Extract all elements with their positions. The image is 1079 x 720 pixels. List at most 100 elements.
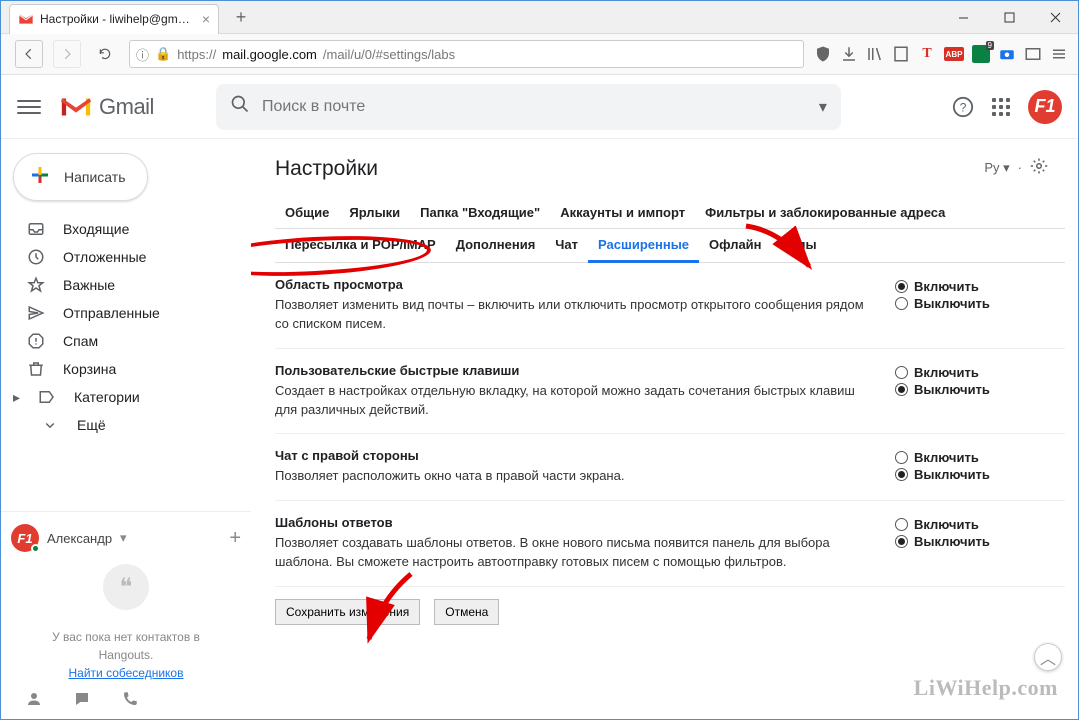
search-options-dropdown[interactable]: ▾ bbox=[819, 97, 827, 117]
settings-tab[interactable]: Фильтры и заблокированные адреса bbox=[695, 197, 955, 228]
compose-button[interactable]: Написать bbox=[13, 153, 148, 201]
nav-back-button[interactable] bbox=[15, 40, 43, 68]
sidebar-item-inbox[interactable]: Входящие bbox=[9, 215, 243, 243]
radio-disable[interactable]: Выключить bbox=[895, 467, 1065, 482]
hangouts-tab-contacts[interactable] bbox=[25, 690, 43, 713]
ext-window-icon[interactable] bbox=[1024, 45, 1042, 63]
hangouts-quote-icon: ❝ bbox=[103, 564, 149, 610]
send-icon bbox=[27, 304, 45, 322]
settings-tab[interactable]: Расширенные bbox=[588, 229, 699, 263]
window-minimize-button[interactable] bbox=[940, 1, 986, 34]
radio-disable[interactable]: Выключить bbox=[895, 534, 1065, 549]
sidebar-item-more[interactable]: Ещё bbox=[9, 411, 243, 439]
settings-tab[interactable]: Дополнения bbox=[446, 229, 546, 262]
google-apps-button[interactable] bbox=[992, 98, 1010, 116]
settings-tab[interactable]: Темы bbox=[772, 229, 827, 262]
language-selector[interactable]: Ру ▾ bbox=[984, 160, 1009, 176]
label-icon bbox=[38, 388, 56, 406]
radio-icon bbox=[895, 383, 908, 396]
hangouts-find-link[interactable]: Найти собеседников bbox=[11, 664, 241, 682]
settings-tab[interactable]: Ярлыки bbox=[339, 197, 410, 228]
radio-label: Включить bbox=[914, 517, 979, 532]
hangouts-username: Александр bbox=[47, 531, 112, 546]
window-close-button[interactable] bbox=[1032, 1, 1078, 34]
sidebar-item-trash[interactable]: Корзина bbox=[9, 355, 243, 383]
compose-plus-icon bbox=[28, 163, 52, 192]
url-protocol: https:// bbox=[177, 47, 216, 62]
site-info-icon[interactable]: ⓘ bbox=[136, 45, 149, 64]
tab-close-icon[interactable]: × bbox=[202, 11, 210, 27]
browser-menu-button[interactable] bbox=[1050, 45, 1068, 63]
sidebar-item-label: Отправленные bbox=[63, 305, 160, 321]
browser-tab[interactable]: Настройки - liwihelp@gmail.c × bbox=[9, 4, 219, 34]
section-desc: Позволяет расположить окно чата в правой… bbox=[275, 467, 865, 486]
trash-icon bbox=[27, 360, 45, 378]
settings-tab[interactable]: Аккаунты и импорт bbox=[550, 197, 695, 228]
settings-tab[interactable]: Общие bbox=[275, 197, 339, 228]
clock-icon bbox=[27, 248, 45, 266]
search-input[interactable] bbox=[262, 98, 807, 116]
main-menu-button[interactable] bbox=[17, 100, 41, 114]
cancel-button[interactable]: Отмена bbox=[434, 599, 499, 625]
radio-enable[interactable]: Включить bbox=[895, 450, 1065, 465]
address-bar[interactable]: ⓘ 🔒 https://mail.google.com/mail/u/0/#se… bbox=[129, 40, 804, 68]
radio-disable[interactable]: Выключить bbox=[895, 382, 1065, 397]
lock-icon: 🔒 bbox=[155, 46, 171, 62]
window-maximize-button[interactable] bbox=[986, 1, 1032, 34]
inbox-icon bbox=[27, 220, 45, 238]
search-box[interactable]: ▾ bbox=[216, 84, 841, 130]
ext-reader-icon[interactable] bbox=[892, 45, 910, 63]
radio-icon bbox=[895, 280, 908, 293]
settings-tab[interactable]: Офлайн bbox=[699, 229, 772, 262]
ext-camera-icon[interactable] bbox=[998, 45, 1016, 63]
sidebar-item-star[interactable]: Важные bbox=[9, 271, 243, 299]
radio-icon bbox=[895, 535, 908, 548]
radio-label: Включить bbox=[914, 279, 979, 294]
radio-disable[interactable]: Выключить bbox=[895, 296, 1065, 311]
ext-t-icon[interactable]: T bbox=[918, 45, 936, 63]
new-tab-button[interactable]: + bbox=[229, 5, 253, 29]
gmail-logo-text: Gmail bbox=[99, 94, 154, 120]
support-icon[interactable]: ? bbox=[952, 96, 974, 118]
section-title: Пользовательские быстрые клавиши bbox=[275, 363, 865, 378]
radio-label: Включить bbox=[914, 365, 979, 380]
ext-abp-icon[interactable]: ABP bbox=[944, 47, 964, 61]
settings-gear-icon[interactable] bbox=[1030, 157, 1048, 178]
scroll-up-button[interactable]: ︿ bbox=[1034, 643, 1062, 671]
gmail-logo[interactable]: Gmail bbox=[59, 94, 154, 120]
ext-download-icon[interactable] bbox=[840, 45, 858, 63]
sidebar-item-label: Отложенные bbox=[63, 249, 146, 265]
sidebar-item-label: Спам bbox=[63, 333, 98, 349]
sidebar-item-label: Категории bbox=[74, 389, 140, 405]
radio-enable[interactable]: Включить bbox=[895, 517, 1065, 532]
hangouts-empty-text-2: Hangouts. bbox=[11, 646, 241, 664]
settings-tab[interactable]: Чат bbox=[545, 229, 588, 262]
hangouts-status-dropdown[interactable]: ▾ bbox=[120, 530, 127, 546]
search-icon bbox=[230, 94, 250, 119]
ext-library-icon[interactable] bbox=[866, 45, 884, 63]
sidebar-item-clock[interactable]: Отложенные bbox=[9, 243, 243, 271]
radio-label: Включить bbox=[914, 450, 979, 465]
hangouts-new-chat-button[interactable]: + bbox=[229, 527, 241, 550]
nav-reload-button[interactable] bbox=[91, 40, 119, 68]
tab-title: Настройки - liwihelp@gmail.c bbox=[40, 12, 192, 26]
sidebar-item-label[interactable]: ▸Категории bbox=[9, 383, 243, 411]
ext-shield-icon[interactable] bbox=[814, 45, 832, 63]
radio-label: Выключить bbox=[914, 382, 990, 397]
url-path: /mail/u/0/#settings/labs bbox=[323, 47, 455, 62]
sidebar-item-send[interactable]: Отправленные bbox=[9, 299, 243, 327]
radio-enable[interactable]: Включить bbox=[895, 365, 1065, 380]
account-avatar[interactable]: F1 bbox=[1028, 90, 1062, 124]
ext-badge-icon[interactable]: 9 bbox=[972, 45, 990, 63]
hangouts-tab-chats[interactable] bbox=[73, 690, 91, 713]
settings-tab[interactable]: Папка "Входящие" bbox=[410, 197, 550, 228]
save-button[interactable]: Сохранить изменения bbox=[275, 599, 420, 625]
hangouts-tab-calls[interactable] bbox=[121, 690, 139, 713]
sidebar-item-spam[interactable]: Спам bbox=[9, 327, 243, 355]
hangouts-avatar[interactable]: F1 bbox=[11, 524, 39, 552]
settings-tab[interactable]: Пересылка и POP/IMAP bbox=[275, 229, 446, 262]
settings-section: Чат с правой стороныПозволяет расположит… bbox=[275, 434, 1065, 501]
radio-enable[interactable]: Включить bbox=[895, 279, 1065, 294]
settings-section: Шаблоны ответовПозволяет создавать шабло… bbox=[275, 501, 1065, 587]
nav-forward-button[interactable] bbox=[53, 40, 81, 68]
